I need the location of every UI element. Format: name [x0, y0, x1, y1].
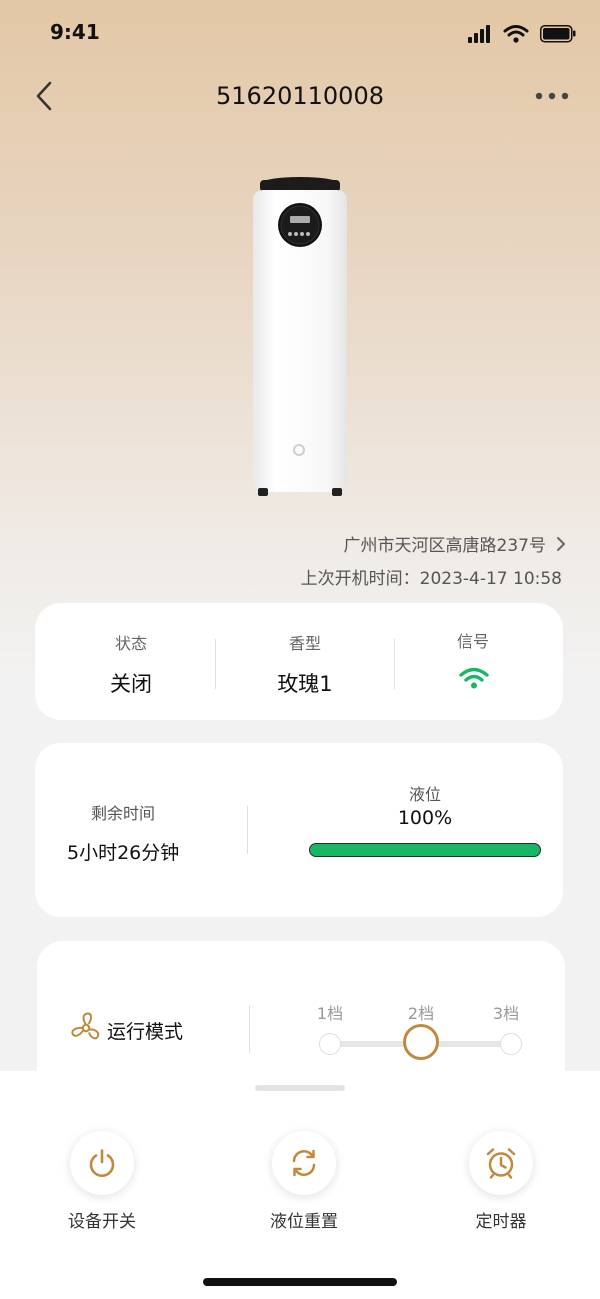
divider [247, 806, 248, 854]
page-title: 51620110008 [216, 82, 384, 110]
gear-1-stop[interactable] [319, 1033, 341, 1055]
address-link[interactable]: 广州市天河区高唐路237号 [344, 531, 566, 556]
scent-label: 香型 [288, 634, 321, 653]
remaining-time-value: 5小时26分钟 [67, 842, 180, 864]
cellular-signal-icon [468, 25, 490, 43]
scent-value: 玫瑰1 [277, 672, 333, 696]
status-icons [468, 22, 578, 46]
battery-icon [540, 25, 576, 43]
more-dots-icon [535, 92, 569, 100]
device-image [252, 176, 348, 498]
device-status-card: 状态 关闭 香型 玫瑰1 信号 [35, 603, 563, 720]
sheet-handle[interactable] [255, 1085, 345, 1091]
wifi-icon [503, 25, 529, 43]
status-column: 状态 关闭 [43, 603, 219, 720]
gear-slider-thumb[interactable] [403, 1024, 439, 1060]
chevron-right-icon [557, 536, 565, 551]
nav-bar: 51620110008 [0, 66, 600, 126]
action-sheet: 设备开关 液位重置 定时器 [0, 1071, 600, 1299]
wifi-signal-icon [459, 667, 489, 689]
home-indicator[interactable] [203, 1278, 397, 1286]
liquid-level-fill [310, 844, 540, 856]
timer-button[interactable]: 定时器 [431, 1131, 571, 1241]
level-reset-circle [272, 1131, 336, 1195]
level-reset-label: 液位重置 [270, 1212, 338, 1232]
liquid-level-label: 液位 [408, 785, 441, 804]
power-icon [89, 1149, 115, 1177]
level-reset-button[interactable]: 液位重置 [234, 1131, 374, 1241]
fan-icon [71, 1012, 100, 1040]
status-time: 9:41 [50, 20, 100, 44]
refresh-icon [292, 1149, 316, 1177]
power-button-label: 设备开关 [68, 1212, 136, 1232]
timer-button-circle [469, 1131, 533, 1195]
liquid-level-bar [309, 843, 541, 857]
more-button[interactable] [532, 80, 572, 112]
power-button-circle [70, 1131, 134, 1195]
scent-column: 香型 玫瑰1 [217, 603, 393, 720]
signal-column: 信号 [385, 603, 561, 720]
gear-3-stop[interactable] [500, 1033, 522, 1055]
run-mode-label: 运行模式 [107, 1021, 184, 1043]
power-button[interactable]: 设备开关 [32, 1131, 172, 1241]
liquid-level-card: 剩余时间 5小时26分钟 液位 100% [35, 743, 563, 917]
gear-2-label: 2档 [407, 1004, 435, 1023]
last-on-time: 上次开机时间：2023-4-17 10:58 [300, 569, 562, 589]
signal-label: 信号 [456, 632, 489, 651]
gear-3-label: 3档 [492, 1004, 520, 1023]
divider [249, 1005, 250, 1053]
status-bar: 9:41 [0, 0, 600, 66]
address-text: 广州市天河区高唐路237号 [343, 536, 546, 556]
status-label: 状态 [114, 634, 147, 653]
status-value: 关闭 [110, 672, 152, 696]
liquid-level-value: 100% [397, 807, 453, 829]
remaining-time-label: 剩余时间 [91, 804, 156, 823]
timer-label: 定时器 [475, 1212, 527, 1232]
gear-1-label: 1档 [316, 1004, 344, 1023]
alarm-clock-icon [486, 1148, 516, 1179]
divider [215, 639, 216, 689]
